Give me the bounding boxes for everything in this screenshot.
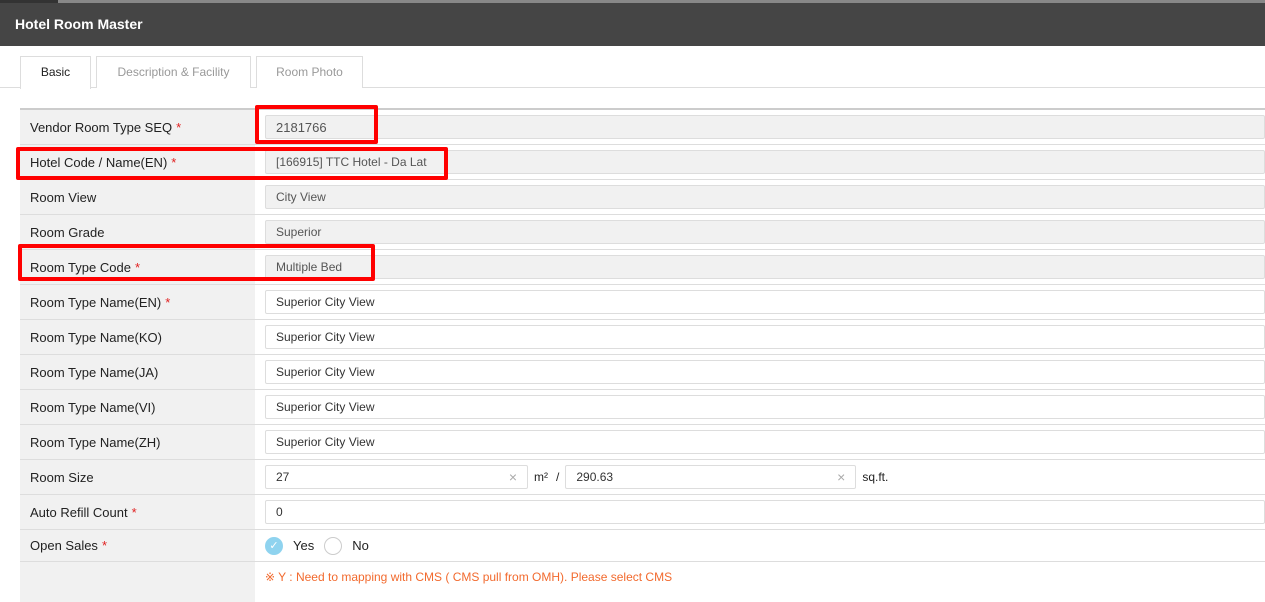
row-name-vi: Room Type Name(VI) Superior City View (20, 390, 1265, 425)
label: Room Type Name(VI) (30, 399, 156, 415)
required-mark: * (101, 538, 107, 553)
label: Open Sales (30, 538, 98, 553)
row-name-ko: Room Type Name(KO) Superior City View (20, 320, 1265, 355)
label: Room View (30, 189, 97, 205)
room-grade-field: Superior (265, 220, 1265, 244)
name-zh-input[interactable]: Superior City View (265, 430, 1265, 454)
vendor-seq-field: 2181766 (265, 115, 1265, 139)
tab-description-facility[interactable]: Description & Facility (96, 56, 251, 88)
clear-icon[interactable]: × (509, 469, 517, 485)
highlight-box (16, 147, 448, 180)
row-auto-refill: Auto Refill Count * 0 (20, 495, 1265, 530)
room-type-code-field: Multiple Bed (265, 255, 1265, 279)
label: Vendor Room Type SEQ (30, 119, 173, 135)
row-open-sales: Open Sales * ✓ Yes No (20, 530, 1265, 562)
required-mark: * (165, 294, 171, 310)
row-name-zh: Room Type Name(ZH) Superior City View (20, 425, 1265, 460)
room-size-sqft-input[interactable]: 290.63 × (565, 465, 857, 489)
name-vi-input[interactable]: Superior City View (265, 395, 1265, 419)
highlight-box (18, 244, 375, 281)
yes-label: Yes (293, 538, 315, 553)
label: Room Grade (30, 224, 105, 240)
open-sales-yes-radio[interactable]: ✓ (265, 536, 283, 555)
sqm-unit: m² (534, 470, 548, 484)
sqft-unit: sq.ft. (862, 470, 889, 484)
tab-room-photo[interactable]: Room Photo (256, 56, 363, 88)
auto-refill-input[interactable]: 0 (265, 500, 1265, 524)
label: Room Type Name(KO) (30, 329, 162, 345)
tab-basic[interactable]: Basic (20, 56, 91, 89)
check-icon: ✓ (269, 540, 279, 552)
label: Room Type Name(ZH) (30, 434, 161, 450)
no-label: No (352, 538, 369, 553)
cms-note: ※ Y : Need to mapping with CMS ( CMS pul… (265, 570, 673, 584)
page-title: Hotel Room Master (15, 16, 143, 32)
name-ko-input[interactable]: Superior City View (265, 325, 1265, 349)
label: Auto Refill Count (30, 504, 128, 520)
page-header: Hotel Room Master (0, 3, 1265, 46)
row-room-view: Room View City View (20, 180, 1265, 215)
sqft-value: 290.63 (576, 470, 614, 484)
required-mark: * (176, 119, 182, 135)
row-room-size: Room Size 27 × m² / 290.63 × sq.ft. (20, 460, 1265, 495)
row-vendor-seq: Vendor Room Type SEQ * 2181766 (20, 110, 1265, 145)
sqm-value: 27 (276, 470, 290, 484)
row-cms: ※ Y : Need to mapping with CMS ( CMS pul… (20, 562, 1265, 602)
label: Room Type Name(EN) (30, 294, 162, 310)
tab-bar: Basic Description & Facility Room Photo (0, 56, 1265, 89)
row-name-ja: Room Type Name(JA) Superior City View (20, 355, 1265, 390)
room-view-field: City View (265, 185, 1265, 209)
name-en-input[interactable]: Superior City View (265, 290, 1265, 314)
label: Room Size (30, 469, 94, 485)
row-name-en: Room Type Name(EN) * Superior City View (20, 285, 1265, 320)
required-mark: * (131, 504, 137, 520)
unit-separator: / (556, 470, 560, 484)
open-sales-no-radio[interactable] (324, 536, 343, 555)
highlight-box (255, 105, 378, 144)
room-form: Vendor Room Type SEQ * 2181766 Hotel Code… (20, 108, 1265, 602)
room-size-sqm-input[interactable]: 27 × (265, 465, 528, 489)
label: Room Type Name(JA) (30, 364, 159, 380)
clear-icon[interactable]: × (837, 469, 845, 485)
name-ja-input[interactable]: Superior City View (265, 360, 1265, 384)
